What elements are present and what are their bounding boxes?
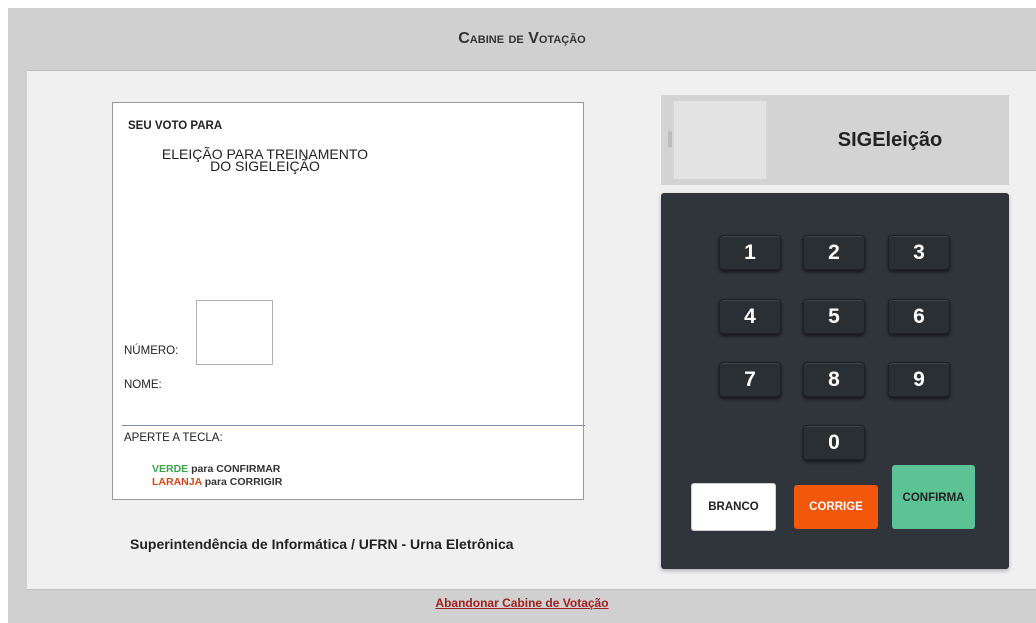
key-1[interactable]: 1	[719, 235, 781, 270]
numero-label: NÚMERO:	[124, 345, 179, 357]
aperte-tecla-label: APERTE A TECLA:	[124, 432, 223, 444]
ballot-screen: SEU VOTO PARA ELEIÇÃO PARA TREINAMENTO D…	[112, 102, 585, 500]
logo-text: SIGEleição	[837, 128, 943, 151]
seu-voto-label: SEU VOTO PARA	[128, 120, 223, 132]
logo-panel: SIGEleição	[661, 95, 1009, 185]
nome-label: NOME:	[124, 379, 162, 391]
branco-button[interactable]: BRANCO	[691, 483, 776, 531]
laranja-word: LARANJA	[152, 476, 202, 488]
corrige-button[interactable]: CORRIGE	[794, 485, 878, 529]
logo-image	[674, 101, 766, 179]
key-0[interactable]: 0	[803, 425, 865, 460]
divider	[122, 425, 585, 426]
confirm-instruction: VERDE para CONFIRMAR	[152, 463, 280, 475]
key-9[interactable]: 9	[888, 362, 950, 397]
key-4[interactable]: 4	[719, 299, 781, 334]
key-7[interactable]: 7	[719, 362, 781, 397]
keypad: 1 2 3 4 5 6 7 8 9 0 BRANCO CORRIGE CONFI…	[661, 193, 1009, 569]
correct-instruction: LARANJA para CORRIGIR	[152, 476, 282, 488]
page-container: Cabine de Votação SEU VOTO PARA ELEIÇÃO …	[8, 8, 1036, 623]
key-2[interactable]: 2	[803, 235, 865, 270]
confirma-button[interactable]: CONFIRMA	[892, 465, 975, 529]
logo-edge-mark	[668, 131, 672, 147]
footer-credit: Superintendência de Informática / UFRN -…	[130, 536, 514, 552]
key-3[interactable]: 3	[888, 235, 950, 270]
key-6[interactable]: 6	[888, 299, 950, 334]
election-name: ELEIÇÃO PARA TREINAMENTO DO SIGELEIÇÃO	[140, 147, 390, 173]
number-input-box	[196, 300, 273, 365]
voting-booth: SEU VOTO PARA ELEIÇÃO PARA TREINAMENTO D…	[27, 70, 1036, 590]
verde-word: VERDE	[152, 463, 189, 475]
abandon-booth-link[interactable]: Abandonar Cabine de Votação	[8, 596, 1036, 610]
page-title: Cabine de Votação	[458, 30, 586, 47]
key-5[interactable]: 5	[803, 299, 865, 334]
key-8[interactable]: 8	[803, 362, 865, 397]
laranja-rest: para CORRIGIR	[201, 476, 283, 488]
verde-rest: para CONFIRMAR	[188, 463, 281, 475]
